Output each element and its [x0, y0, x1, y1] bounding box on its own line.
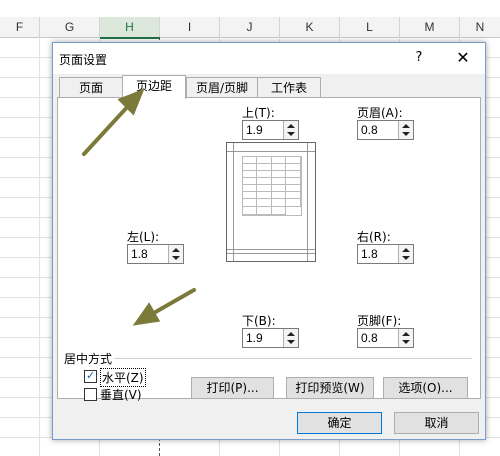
- bottom-margin-value[interactable]: 1.9: [246, 331, 263, 345]
- ok-button[interactable]: 确定: [297, 412, 382, 434]
- column-header-k[interactable]: K: [280, 17, 340, 37]
- vertical-checkbox[interactable]: [84, 388, 97, 401]
- tab-page[interactable]: 页面: [59, 77, 123, 98]
- bottom-margin-label: 下(B):: [242, 314, 276, 328]
- horizontal-checkbox-label[interactable]: 水平(Z): [100, 368, 146, 387]
- column-header-row: F G H I J K L M N: [0, 17, 500, 39]
- page-preview: [226, 142, 316, 262]
- left-margin-value[interactable]: 1.8: [131, 247, 148, 261]
- close-button[interactable]: ✕: [453, 48, 473, 68]
- column-header-m[interactable]: M: [400, 17, 460, 37]
- tab-header-footer[interactable]: 页眉/页脚: [186, 77, 258, 98]
- spinner-arrows-icon[interactable]: [283, 329, 298, 347]
- bottom-margin-spinner[interactable]: 1.9: [242, 328, 299, 348]
- right-margin-label: 右(R):: [357, 230, 391, 244]
- left-margin-label: 左(L):: [127, 230, 160, 244]
- column-header-i[interactable]: I: [160, 17, 220, 37]
- spinner-arrows-icon[interactable]: [283, 121, 298, 139]
- footer-margin-value[interactable]: 0.8: [361, 331, 378, 345]
- left-margin-spinner[interactable]: 1.8: [127, 244, 184, 264]
- header-margin-label: 页眉(A):: [357, 106, 403, 120]
- cancel-button[interactable]: 取消: [394, 412, 479, 434]
- tab-margins[interactable]: 页边距: [122, 75, 186, 99]
- column-header-f[interactable]: F: [0, 17, 40, 37]
- checkmark-icon: ✓: [86, 369, 96, 382]
- preview-margin-line: [233, 143, 234, 261]
- right-margin-value[interactable]: 1.8: [361, 247, 378, 261]
- preview-margin-line: [227, 253, 315, 254]
- help-button[interactable]: ?: [411, 50, 427, 66]
- top-margin-value[interactable]: 1.9: [246, 123, 263, 137]
- column-header-j[interactable]: J: [220, 17, 280, 37]
- right-margin-spinner[interactable]: 1.8: [357, 244, 414, 264]
- group-divider: [114, 358, 472, 359]
- header-margin-spinner[interactable]: 0.8: [357, 120, 414, 140]
- spinner-arrows-icon[interactable]: [168, 245, 183, 263]
- center-on-page-title: 居中方式: [64, 352, 113, 366]
- dialog-titlebar[interactable]: 页面设置 ? ✕: [53, 43, 485, 74]
- vertical-checkbox-label[interactable]: 垂直(V): [100, 386, 142, 403]
- column-header-g[interactable]: G: [40, 17, 100, 37]
- column-header-n[interactable]: N: [460, 17, 500, 37]
- tab-sheet[interactable]: 工作表: [257, 77, 321, 98]
- page-setup-dialog: 页面设置 ? ✕ 页面 页边距 页眉/页脚 工作表 上(T): 1.9 页眉(A…: [52, 42, 486, 440]
- footer-margin-spinner[interactable]: 0.8: [357, 328, 414, 348]
- spinner-arrows-icon[interactable]: [398, 245, 413, 263]
- preview-margin-line: [227, 249, 315, 250]
- footer-margin-label: 页脚(F):: [357, 314, 402, 328]
- top-margin-label: 上(T):: [242, 106, 275, 120]
- spinner-arrows-icon[interactable]: [398, 329, 413, 347]
- column-header-l[interactable]: L: [340, 17, 400, 37]
- print-button[interactable]: 打印(P)...: [191, 377, 274, 399]
- top-margin-spinner[interactable]: 1.9: [242, 120, 299, 140]
- print-preview-button[interactable]: 打印预览(W): [286, 377, 374, 399]
- spinner-arrows-icon[interactable]: [398, 121, 413, 139]
- preview-margin-line: [307, 143, 308, 261]
- margins-panel: 上(T): 1.9 页眉(A): 0.8 左(L): 1.8 右(R): 1.8…: [57, 97, 481, 402]
- preview-margin-line: [227, 151, 315, 152]
- options-button[interactable]: 选项(O)...: [383, 377, 468, 399]
- column-header-h[interactable]: H: [100, 17, 160, 39]
- header-margin-value[interactable]: 0.8: [361, 123, 378, 137]
- grid-line: [39, 37, 40, 456]
- horizontal-checkbox[interactable]: ✓: [84, 369, 97, 383]
- preview-table: [242, 156, 302, 216]
- dialog-title: 页面设置: [59, 53, 108, 67]
